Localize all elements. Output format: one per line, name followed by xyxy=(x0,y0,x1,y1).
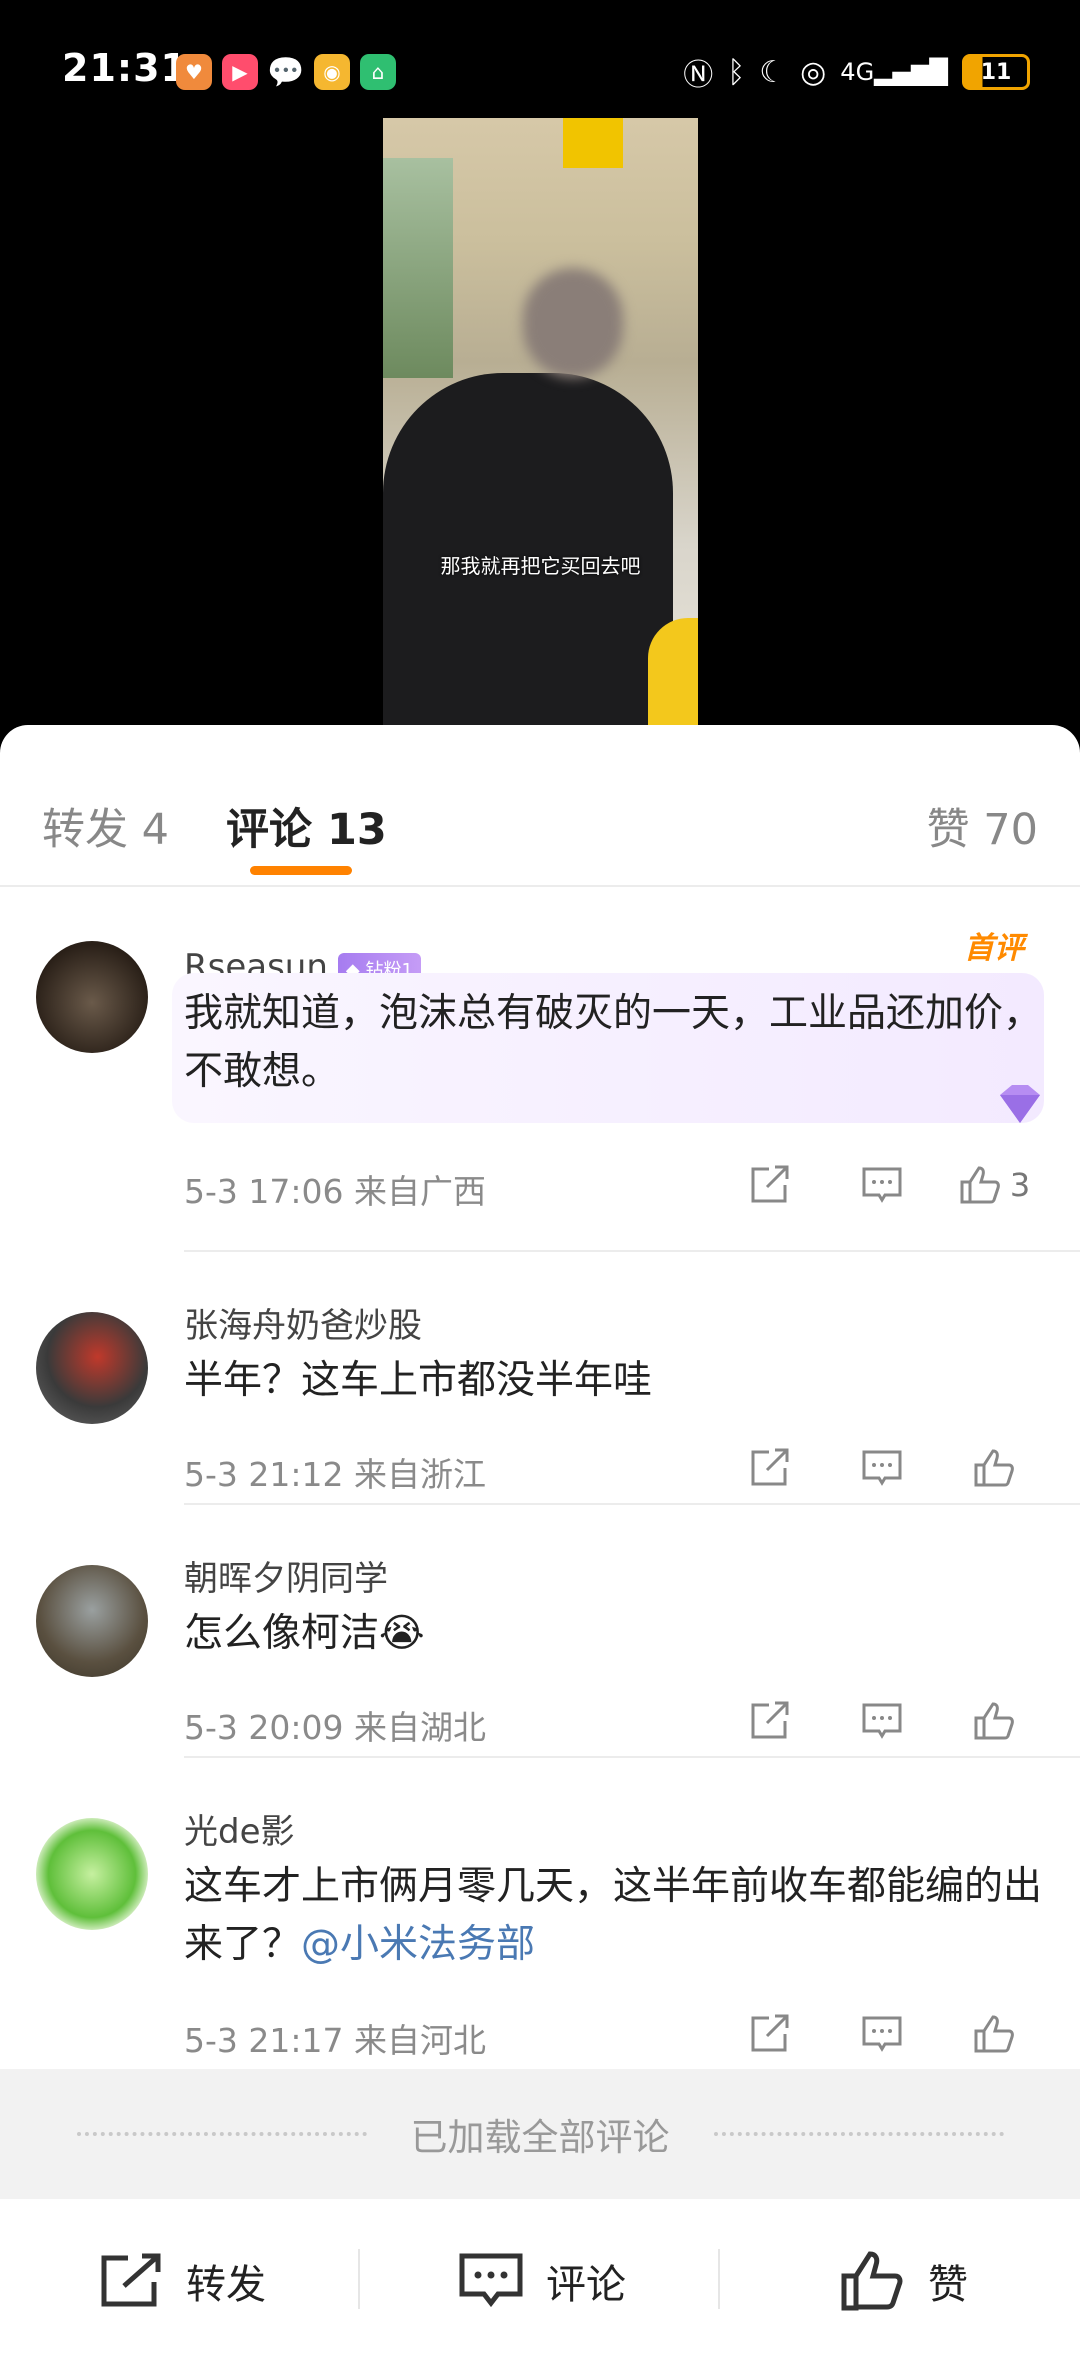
signal-icon: 4G▂▄▆█ xyxy=(840,58,948,86)
comment-item: 张海舟奶爸炒股 半年？这车上市都没半年哇 5-3 21:12 来自浙江 xyxy=(0,1252,1080,1502)
comment-text: 这车才上市俩月零几天，这半年前收车都能编的出来了？@小米法务部 xyxy=(184,1858,1044,1974)
comment-icon xyxy=(862,2016,902,2052)
reply-button[interactable] xyxy=(826,2006,938,2062)
bluetooth-icon: ᛒ xyxy=(727,54,746,90)
moon-icon: ☾ xyxy=(759,54,787,90)
like-label: 赞 xyxy=(928,2261,968,2308)
thumbs-up-icon xyxy=(974,2015,1014,2053)
share-button[interactable] xyxy=(714,2006,826,2062)
comment-actions xyxy=(714,1693,1050,1749)
mention-link[interactable]: @小米法务部 xyxy=(301,1922,535,1967)
tab-comments[interactable]: 评论 13 xyxy=(226,795,387,857)
dotted-line xyxy=(713,2132,1004,2136)
comment-meta: 5-3 21:17 来自河北 xyxy=(184,2021,486,2060)
avatar[interactable] xyxy=(36,1818,148,1930)
active-tab-indicator xyxy=(250,866,352,875)
wechat-icon: 💬 xyxy=(267,54,305,90)
comment-author[interactable]: 光de影 xyxy=(184,1804,295,1853)
like-count: 3 xyxy=(1009,1166,1031,1204)
divider xyxy=(718,2249,720,2309)
share-icon xyxy=(751,2014,789,2052)
tab-bar: 转发 4 评论 13 赞 70 xyxy=(0,725,1080,885)
heart-app-icon: ♥ xyxy=(176,54,212,90)
thumbs-up-icon xyxy=(960,1166,1000,1204)
share-icon xyxy=(101,2253,161,2306)
comment-item: Rseasun ◆ 钻粉1 首评 我就知道，泡沫总有破灭的一天，工业品还加价，不敢… xyxy=(0,885,1080,1211)
loaded-text: 已加载全部评论 xyxy=(410,2116,670,2159)
status-time: 21:31 xyxy=(62,46,188,90)
bottom-action-bar: 转发 评论 赞 xyxy=(0,2199,1080,2362)
dotted-line xyxy=(76,2132,367,2136)
blurred-face xyxy=(523,268,623,378)
reply-button[interactable] xyxy=(826,1693,938,1749)
comment-button[interactable]: 评论 xyxy=(458,2199,626,2362)
status-bar: 21:31 ♥ ▶ 💬 ◉ ⌂ Ⓝ ᛒ ☾ ◎ 4G▂▄▆█ 11 xyxy=(0,0,1080,120)
comment-actions xyxy=(714,1440,1050,1496)
weibo-icon: ◉ xyxy=(314,54,350,90)
divider xyxy=(358,2249,360,2309)
thumbs-up-icon xyxy=(974,1702,1014,1740)
comment-icon xyxy=(862,1167,902,1203)
thumbs-up-icon xyxy=(974,1449,1014,1487)
battery-icon: 11 xyxy=(962,54,1030,90)
notification-icons: ♥ ▶ 💬 ◉ ⌂ xyxy=(176,54,396,90)
share-icon xyxy=(751,1448,789,1486)
comment-panel: 转发 4 评论 13 赞 70 Rseasun ◆ 钻粉1 首评 我就知道，泡沫总… xyxy=(0,725,1080,2362)
background-sign xyxy=(563,118,623,168)
share-button[interactable] xyxy=(714,1693,826,1749)
nfc-icon: Ⓝ xyxy=(683,58,714,93)
video-player[interactable]: 那我就再把它买回去吧 xyxy=(383,118,698,728)
comment-author[interactable]: 张海舟奶爸炒股 xyxy=(184,1298,422,1347)
share-button[interactable] xyxy=(714,1440,826,1496)
first-comment-tag: 首评 xyxy=(964,931,1024,966)
comment-author[interactable]: 朝晖夕阴同学 xyxy=(184,1551,388,1600)
comment-label: 评论 xyxy=(546,2261,626,2308)
share-icon xyxy=(751,1165,789,1203)
thumbs-up-icon xyxy=(841,2250,903,2310)
yellow-car xyxy=(648,618,698,728)
tab-likes[interactable]: 赞 70 xyxy=(927,795,1038,857)
background-window xyxy=(383,158,453,378)
comment-actions xyxy=(714,2006,1050,2062)
reply-button[interactable] xyxy=(826,1440,938,1496)
comment-text: 怎么像柯洁😭 xyxy=(184,1611,425,1656)
comment-meta: 5-3 20:09 来自湖北 xyxy=(184,1708,486,1747)
comment-icon xyxy=(459,2253,523,2307)
hotspot-icon: ◎ xyxy=(800,54,827,90)
repost-label: 转发 xyxy=(186,2261,266,2308)
like-button[interactable] xyxy=(938,2006,1050,2062)
like-button[interactable] xyxy=(938,1693,1050,1749)
repost-button[interactable]: 转发 xyxy=(98,2199,266,2362)
diamond-decoration-icon xyxy=(1000,1085,1040,1123)
comment-icon xyxy=(862,1450,902,1486)
avatar[interactable] xyxy=(36,941,148,1053)
share-button[interactable] xyxy=(714,1157,826,1213)
share-icon xyxy=(751,1701,789,1739)
tab-repost[interactable]: 转发 4 xyxy=(42,795,169,857)
video-subtitle: 那我就再把它买回去吧 xyxy=(440,554,641,578)
comment-actions: 3 xyxy=(714,1157,1050,1213)
system-icons: Ⓝ ᛒ ☾ ◎ 4G▂▄▆█ 11 xyxy=(683,50,1030,94)
comment-meta: 5-3 17:06 来自广西 xyxy=(184,1172,486,1211)
comment-icon xyxy=(862,1703,902,1739)
reply-button[interactable] xyxy=(826,1157,938,1213)
like-button[interactable]: 3 xyxy=(938,1157,1050,1213)
comment-text: 我就知道，泡沫总有破灭的一天，工业品还加价，不敢想。 xyxy=(184,991,1043,1094)
comment-text: 半年？这车上市都没半年哇 xyxy=(184,1358,653,1403)
avatar[interactable] xyxy=(36,1312,148,1424)
like-button[interactable]: 赞 xyxy=(840,2199,968,2362)
video-app-icon: ▶ xyxy=(222,54,258,90)
comment-meta: 5-3 21:12 来自浙江 xyxy=(184,1455,486,1494)
avatar[interactable] xyxy=(36,1565,148,1677)
mi-home-icon: ⌂ xyxy=(360,54,396,90)
comment-item: 朝晖夕阴同学 怎么像柯洁😭 5-3 20:09 来自湖北 xyxy=(0,1505,1080,1755)
all-comments-loaded: 已加载全部评论 xyxy=(0,2069,1080,2199)
comment-item: 光de影 这车才上市俩月零几天，这半年前收车都能编的出来了？@小米法务部 5-3… xyxy=(0,1758,1080,2068)
like-button[interactable] xyxy=(938,1440,1050,1496)
